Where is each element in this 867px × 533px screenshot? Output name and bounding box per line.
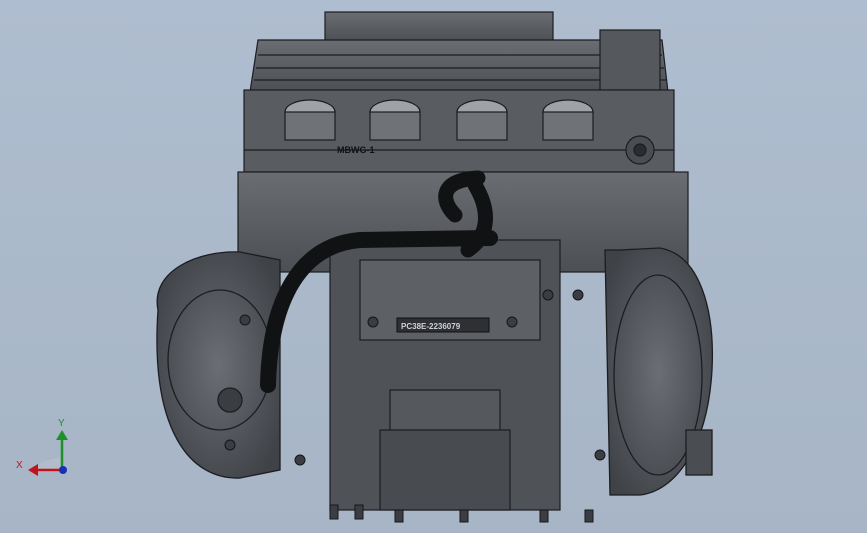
- engraving-plate-text: PC38E-2236079: [401, 322, 461, 331]
- cad-3d-viewport[interactable]: MBWG-1 PC38E-2236079 X Y: [0, 0, 867, 533]
- cylinder-head[interactable]: [243, 89, 675, 173]
- coordinate-triad: X Y: [16, 418, 68, 476]
- valve-cover[interactable]: [249, 11, 669, 93]
- x-axis-label: X: [16, 460, 23, 471]
- engine-assembly-model[interactable]: MBWG-1 PC38E-2236079: [0, 0, 867, 533]
- z-axis-point: [59, 466, 67, 474]
- right-side-cover[interactable]: [604, 247, 714, 496]
- y-axis-label: Y: [58, 418, 65, 429]
- engraving-head-text: MBWG-1: [337, 145, 375, 155]
